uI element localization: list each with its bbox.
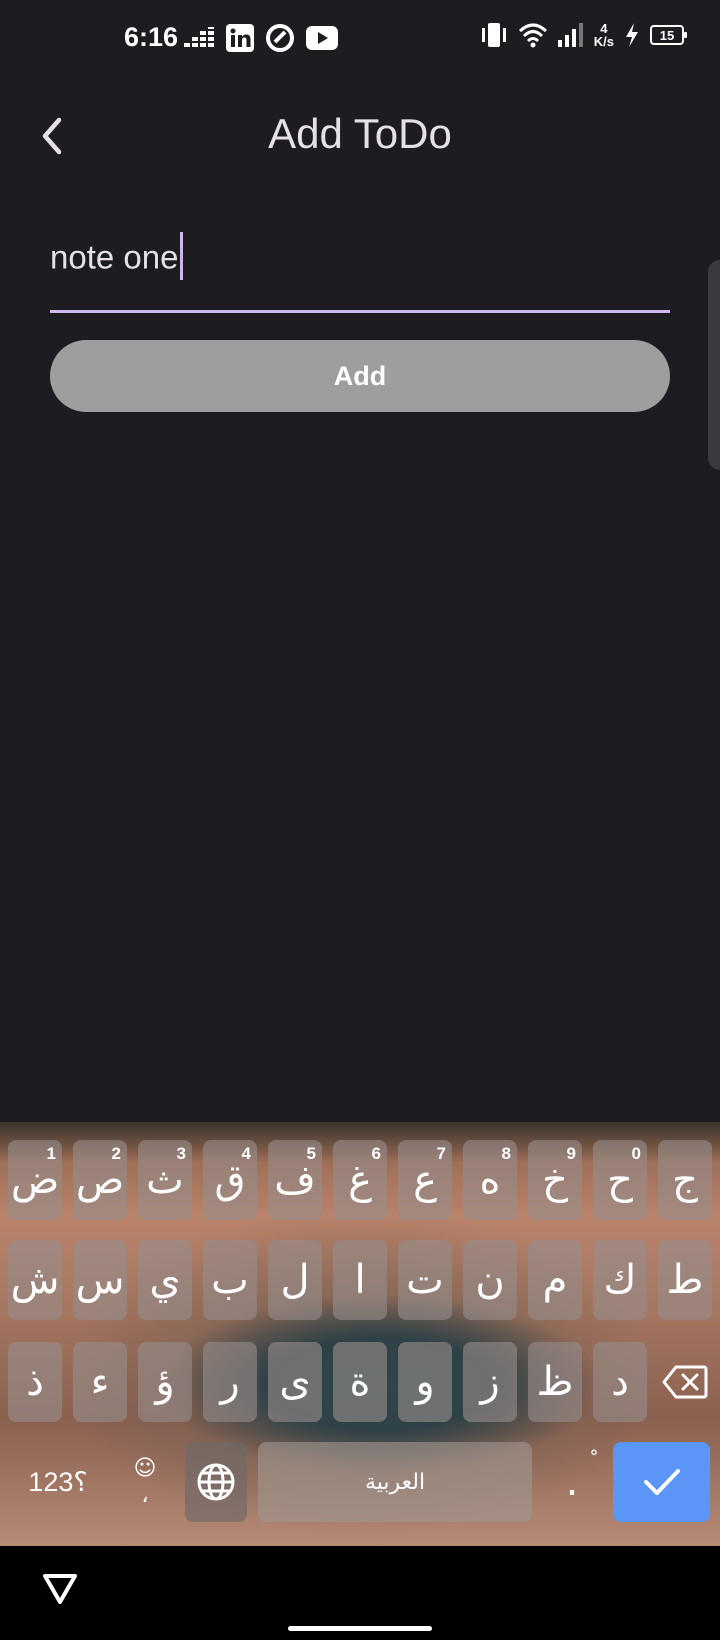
key[interactable]: خ9 — [528, 1140, 582, 1220]
key[interactable]: ا — [333, 1240, 387, 1320]
backspace-key[interactable] — [658, 1342, 712, 1422]
triangle-down-icon — [43, 1574, 77, 1604]
key[interactable]: ض1 — [8, 1140, 62, 1220]
page-title: Add ToDo — [268, 110, 452, 157]
key[interactable]: م — [528, 1240, 582, 1320]
key[interactable]: ق4 — [203, 1140, 257, 1220]
nav-back-button[interactable] — [42, 1572, 78, 1611]
key[interactable]: ى — [268, 1342, 322, 1422]
check-icon — [643, 1469, 680, 1495]
add-button[interactable]: Add — [50, 340, 670, 412]
emoji-icon: ☺ — [133, 1456, 157, 1481]
todo-input-text: note one — [50, 238, 179, 276]
status-time: 6:16 — [124, 22, 179, 52]
comma-key[interactable]: ☺ ، — [118, 1442, 172, 1522]
key[interactable]: ن — [463, 1240, 517, 1320]
home-gesture-bar[interactable] — [288, 1626, 432, 1631]
key[interactable]: ص2 — [73, 1140, 127, 1220]
period-key[interactable]: ْ . — [545, 1442, 599, 1522]
signal-icon — [557, 23, 584, 47]
notification-icons — [184, 24, 338, 52]
backspace-icon — [662, 1365, 708, 1399]
symbols-key[interactable]: ؟123 — [8, 1442, 108, 1522]
key[interactable]: ذ — [8, 1342, 62, 1422]
app-bar: Add ToDo — [0, 86, 720, 186]
keyboard-row-2: ش س ي ب ل ا ت ن م ك ط — [0, 1240, 720, 1320]
key[interactable]: ف5 — [268, 1140, 322, 1220]
key[interactable]: ب — [203, 1240, 257, 1320]
key[interactable]: ؤ — [138, 1342, 192, 1422]
network-speed: 4 K/s — [594, 22, 614, 48]
key[interactable]: غ6 — [333, 1140, 387, 1220]
youtube-icon — [306, 26, 338, 50]
key[interactable]: ظ — [528, 1342, 582, 1422]
keyboard-row-4: ؟123 ☺ ، العربية ْ . — [0, 1442, 720, 1522]
language-key[interactable] — [185, 1442, 247, 1522]
key[interactable]: ء — [73, 1342, 127, 1422]
linkedin-icon — [226, 24, 254, 52]
text-cursor — [180, 232, 184, 280]
wifi-icon — [518, 22, 548, 48]
key[interactable]: ع7 — [398, 1140, 452, 1220]
key[interactable]: ه8 — [463, 1140, 517, 1220]
edge-panel-handle[interactable] — [708, 260, 720, 470]
soft-keyboard: ض1 ص2 ث3 ق4 ف5 غ6 ع7 ه8 خ9 ح0 ج ش س ي ب … — [0, 1122, 720, 1546]
globe-icon — [197, 1463, 235, 1501]
key[interactable]: و — [398, 1342, 452, 1422]
key[interactable]: ح0 — [593, 1140, 647, 1220]
key[interactable]: ز — [463, 1342, 517, 1422]
deezer-icon — [184, 27, 214, 49]
charging-icon — [624, 23, 640, 47]
key[interactable]: د — [593, 1342, 647, 1422]
key[interactable]: ج — [658, 1140, 712, 1220]
key[interactable]: ث3 — [138, 1140, 192, 1220]
key[interactable]: س — [73, 1240, 127, 1320]
key[interactable]: ش — [8, 1240, 62, 1320]
key[interactable]: ر — [203, 1342, 257, 1422]
key[interactable]: ي — [138, 1240, 192, 1320]
key[interactable]: ت — [398, 1240, 452, 1320]
keyboard-row-1: ض1 ص2 ث3 ق4 ف5 غ6 ع7 ه8 خ9 ح0 ج — [0, 1140, 720, 1220]
status-bar: 6:16 4 K/s 15 — [0, 0, 720, 80]
key[interactable]: ك — [593, 1240, 647, 1320]
threads-icon — [266, 24, 294, 52]
battery-icon: 15 — [650, 25, 687, 45]
key[interactable]: ة — [333, 1342, 387, 1422]
key[interactable]: ط — [658, 1240, 712, 1320]
keyboard-row-3: ذ ء ؤ ر ى ة و ز ظ د — [0, 1342, 720, 1422]
todo-text-field[interactable]: note one — [50, 222, 670, 313]
network-speed-unit: K/s — [593, 34, 614, 49]
navigation-bar — [0, 1546, 720, 1640]
space-key[interactable]: العربية — [258, 1442, 532, 1522]
todo-input-value[interactable]: note one — [50, 232, 184, 284]
key[interactable]: ل — [268, 1240, 322, 1320]
system-icons: 4 K/s 15 — [480, 22, 687, 48]
enter-key[interactable] — [613, 1442, 710, 1522]
vibrate-icon — [480, 22, 508, 48]
